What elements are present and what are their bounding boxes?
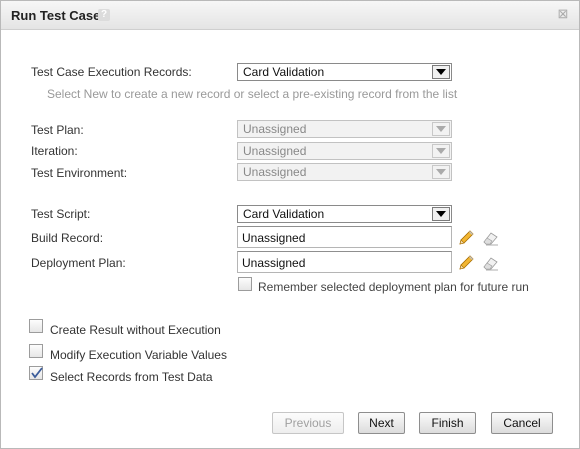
test-plan-select: Unassigned — [237, 120, 452, 138]
eraser-icon[interactable] — [482, 229, 500, 247]
test-environment-value: Unassigned — [243, 165, 307, 179]
remember-deployment-checkbox[interactable] — [238, 277, 252, 291]
chevron-down-icon — [432, 165, 450, 179]
modify-variables-checkbox[interactable] — [29, 344, 43, 358]
test-script-label: Test Script: — [31, 207, 91, 221]
iteration-value: Unassigned — [243, 144, 307, 158]
pencil-icon[interactable] — [457, 229, 475, 247]
select-from-test-data-label: Select Records from Test Data — [50, 370, 213, 384]
finish-button[interactable]: Finish — [419, 412, 476, 434]
chevron-down-icon[interactable] — [432, 207, 450, 221]
create-without-execution-checkbox[interactable] — [29, 319, 43, 333]
modify-variables-label: Modify Execution Variable Values — [50, 348, 227, 362]
create-without-execution-label: Create Result without Execution — [50, 323, 221, 337]
deployment-plan-field[interactable]: Unassigned — [237, 251, 452, 273]
deployment-plan-label: Deployment Plan: — [31, 256, 126, 270]
chevron-down-icon — [432, 144, 450, 158]
build-record-label: Build Record: — [31, 231, 104, 245]
dialog-titlebar: Run Test Case ? ⊠ — [1, 1, 579, 30]
execution-records-hint: Select New to create a new record or sel… — [47, 87, 458, 101]
test-environment-select: Unassigned — [237, 163, 452, 181]
test-environment-label: Test Environment: — [31, 166, 128, 180]
question-icon[interactable]: ? — [98, 9, 110, 21]
execution-records-select[interactable]: Card Validation — [237, 63, 452, 81]
chevron-down-icon[interactable] — [432, 65, 450, 79]
select-from-test-data-checkbox[interactable] — [29, 366, 43, 380]
remember-deployment-label: Remember selected deployment plan for fu… — [258, 280, 529, 294]
test-plan-label: Test Plan: — [31, 123, 84, 137]
chevron-down-icon — [432, 122, 450, 136]
test-script-value: Card Validation — [243, 207, 325, 221]
close-icon[interactable]: ⊠ — [556, 7, 570, 21]
eraser-icon[interactable] — [482, 254, 500, 272]
deployment-plan-value: Unassigned — [242, 256, 306, 270]
next-button[interactable]: Next — [358, 412, 405, 434]
test-script-select[interactable]: Card Validation — [237, 205, 452, 223]
iteration-select: Unassigned — [237, 142, 452, 160]
execution-records-label: Test Case Execution Records: — [31, 65, 192, 79]
pencil-icon[interactable] — [457, 254, 475, 272]
iteration-label: Iteration: — [31, 144, 78, 158]
dialog-title: Run Test Case — [11, 8, 101, 23]
cancel-button[interactable]: Cancel — [491, 412, 553, 434]
build-record-value: Unassigned — [242, 231, 306, 245]
execution-records-value: Card Validation — [243, 65, 325, 79]
run-test-case-dialog: Run Test Case ? ⊠ Test Case Execution Re… — [0, 0, 580, 449]
test-plan-value: Unassigned — [243, 122, 307, 136]
previous-button[interactable]: Previous — [272, 412, 344, 434]
build-record-field[interactable]: Unassigned — [237, 226, 452, 248]
